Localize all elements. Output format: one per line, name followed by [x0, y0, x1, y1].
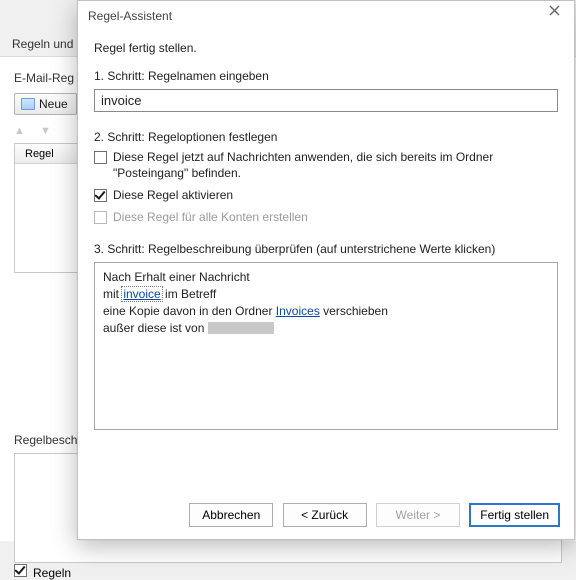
rules-wizard-dialog: Regel-Assistent Regel fertig stellen. 1.… [77, 0, 575, 540]
subject-value-link[interactable]: invoice [122, 287, 161, 301]
sender-value-redacted[interactable] [208, 322, 274, 334]
apply-now-label: Diese Regel jetzt auf Nachrichten anwend… [113, 150, 493, 164]
desc-line-1: Nach Erhalt einer Nachricht [103, 269, 549, 286]
apply-now-checkbox[interactable] [94, 151, 107, 164]
activate-rule-checkbox[interactable] [94, 189, 107, 202]
step1-label: 1. Schritt: Regelnamen eingeben [94, 69, 558, 83]
finish-button[interactable]: Fertig stellen [469, 503, 560, 527]
dialog-title: Regel-Assistent [78, 1, 574, 31]
dialog-lead-text: Regel fertig stellen. [94, 41, 558, 55]
cancel-button[interactable]: Abbrechen [189, 503, 273, 527]
all-accounts-checkbox [94, 211, 107, 224]
parent-tab-label: Regeln und [12, 37, 73, 51]
parent-new-rule-button[interactable]: Neue [14, 93, 77, 115]
apply-now-label-line2: "Posteingang" befinden. [94, 166, 558, 180]
rule-name-input[interactable] [94, 89, 558, 112]
desc-line-4: außer diese ist von [103, 320, 549, 337]
next-button: Weiter > [376, 503, 460, 527]
desc-line-3: eine Kopie davon in den Ordner Invoices … [103, 303, 549, 320]
back-button[interactable]: < Zurück [283, 503, 367, 527]
dialog-close-button[interactable] [540, 5, 568, 27]
folder-value-link[interactable]: Invoices [276, 304, 320, 318]
mail-rule-icon [21, 98, 35, 110]
step2-label: 2. Schritt: Regeloptionen festlegen [94, 130, 558, 144]
desc-line-2: mit invoice im Betreff [103, 286, 549, 303]
rule-description-box: Nach Erhalt einer Nachricht mit invoice … [94, 262, 558, 430]
activate-rule-label: Diese Regel aktivieren [113, 188, 233, 202]
step3-label: 3. Schritt: Regelbeschreibung überprüfen… [94, 242, 558, 256]
parent-enable-rules-checkbox[interactable]: Regeln [14, 566, 71, 580]
dialog-button-bar: Abbrechen < Zurück Weiter > Fertig stell… [78, 503, 574, 527]
all-accounts-label: Diese Regel für alle Konten erstellen [113, 210, 308, 224]
